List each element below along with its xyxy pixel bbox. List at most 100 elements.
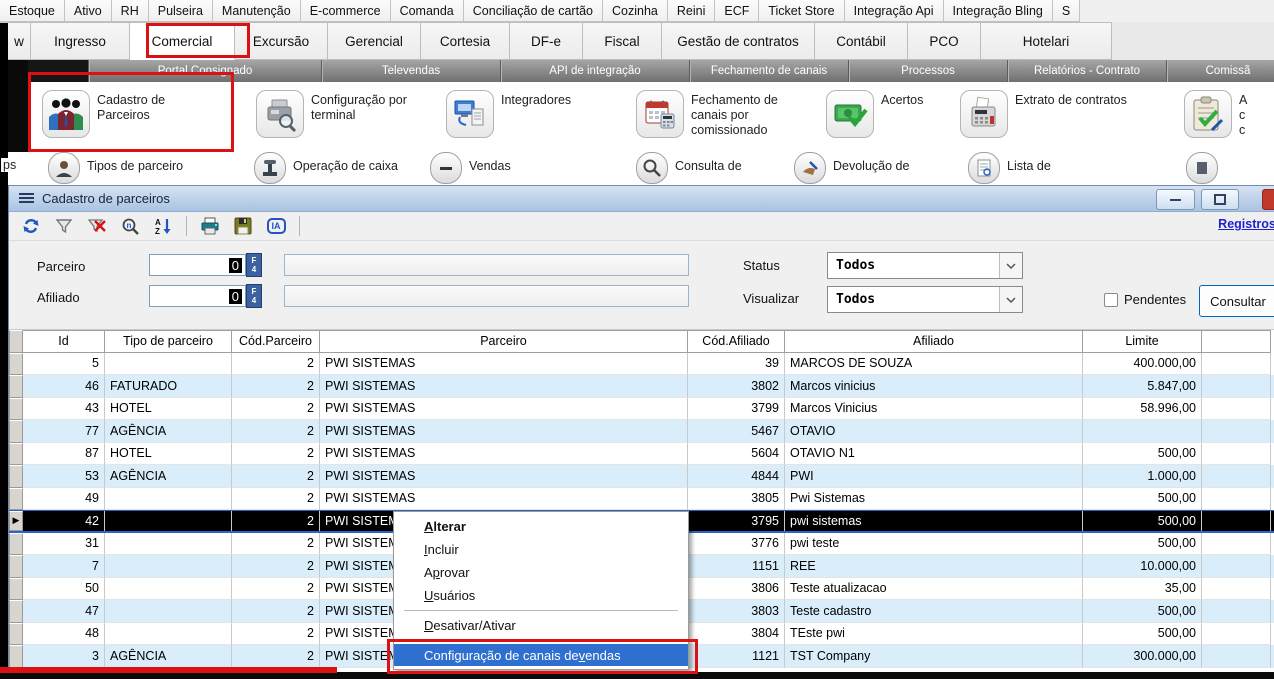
filter-icon[interactable]: [52, 215, 76, 237]
row-indicator[interactable]: [9, 600, 23, 623]
shortcut-tipos-de-parceiro[interactable]: Tipos de parceiro: [48, 152, 183, 184]
sort-az-icon[interactable]: AZ: [151, 215, 175, 237]
tab-fiscal[interactable]: Fiscal: [583, 22, 662, 60]
shortcut-a[interactable]: A c c: [1184, 90, 1274, 138]
menu-item-s[interactable]: S: [1053, 0, 1080, 22]
table-row[interactable]: 77AGÊNCIA2PWI SISTEMAS5467OTAVIO: [9, 420, 1274, 443]
menu-item-conciliacao-de-cartao[interactable]: Conciliação de cartão: [464, 0, 603, 22]
ribbon-group-api-de-integracao[interactable]: API de integração: [501, 60, 690, 82]
refresh-icon[interactable]: [19, 215, 43, 237]
tab-contabil[interactable]: Contábil: [815, 22, 908, 60]
row-indicator[interactable]: [9, 398, 23, 421]
print-icon[interactable]: [198, 215, 222, 237]
row-indicator[interactable]: [9, 623, 23, 646]
consultar-button[interactable]: Consultar: [1199, 285, 1274, 317]
row-indicator[interactable]: [9, 375, 23, 398]
table-row[interactable]: 87HOTEL2PWI SISTEMAS5604OTAVIO N1500,00: [9, 443, 1274, 466]
ribbon-group-processos[interactable]: Processos: [849, 60, 1008, 82]
column-header-parceiro[interactable]: Parceiro: [320, 330, 688, 353]
column-header-filler[interactable]: [1202, 330, 1271, 353]
visualizar-select[interactable]: Todos: [827, 286, 1023, 313]
menu-item-comanda[interactable]: Comanda: [391, 0, 464, 22]
shortcut-consulta-de[interactable]: Consulta de: [636, 152, 742, 184]
minimize-button[interactable]: [1156, 189, 1195, 210]
tab-hotelari[interactable]: Hotelari: [981, 22, 1112, 60]
restore-button[interactable]: [1201, 189, 1239, 210]
tab-cortesia[interactable]: Cortesia: [421, 22, 510, 60]
row-indicator[interactable]: [9, 420, 23, 443]
zoom-search-icon[interactable]: n: [118, 215, 142, 237]
column-header-afiliado[interactable]: Afiliado: [785, 330, 1083, 353]
table-row[interactable]: 492PWI SISTEMAS3805Pwi Sistemas500,00: [9, 488, 1274, 511]
row-indicator[interactable]: [9, 488, 23, 511]
tab-gestao-de-contratos[interactable]: Gestão de contratos: [662, 22, 815, 60]
shortcut-fechamento-de[interactable]: Fechamento de canais por comissionado: [636, 90, 816, 138]
ribbon-group-fechamento-de-canais[interactable]: Fechamento de canais: [690, 60, 849, 82]
tab-pco[interactable]: PCO: [908, 22, 981, 60]
table-row[interactable]: 43HOTEL2PWI SISTEMAS3799Marcos Vinicius5…: [9, 398, 1274, 421]
afiliado-input[interactable]: 0: [149, 285, 246, 307]
table-row[interactable]: 53AGÊNCIA2PWI SISTEMAS4844PWI1.000,00: [9, 465, 1274, 488]
column-header-tipo-de-parceiro[interactable]: Tipo de parceiro: [105, 330, 232, 353]
menu-item-cozinha[interactable]: Cozinha: [603, 0, 668, 22]
menu-item-integracao-api[interactable]: Integração Api: [845, 0, 944, 22]
context-menu-item-incluir[interactable]: Incluir: [396, 538, 686, 561]
status-select[interactable]: Todos: [827, 252, 1023, 279]
ribbon-group-comissa[interactable]: Comissã: [1167, 60, 1274, 82]
context-menu-item-alterar[interactable]: Alterar: [396, 515, 686, 538]
row-indicator[interactable]: [9, 443, 23, 466]
column-header-limite[interactable]: Limite: [1083, 330, 1202, 353]
clear-filter-icon[interactable]: [85, 215, 109, 237]
column-header-cod-afiliado[interactable]: Cód.Afiliado: [688, 330, 785, 353]
column-header-cod-parceiro[interactable]: Cód.Parceiro: [232, 330, 320, 353]
shortcut-extrato-de-contratos[interactable]: Extrato de contratos: [960, 90, 1175, 138]
tab-df-e[interactable]: DF-e: [510, 22, 583, 60]
menu-item-ativo[interactable]: Ativo: [65, 0, 112, 22]
tab-w[interactable]: w: [8, 22, 31, 60]
menu-item-e-commerce[interactable]: E-commerce: [301, 0, 391, 22]
ribbon-group-relatorios-contrato[interactable]: Relatórios - Contrato: [1008, 60, 1167, 82]
column-header-id[interactable]: Id: [23, 330, 105, 353]
parceiro-input[interactable]: 0: [149, 254, 246, 276]
menu-item-manutencao[interactable]: Manutenção: [213, 0, 301, 22]
parceiro-f4-button[interactable]: F4: [246, 253, 262, 277]
tab-ingresso[interactable]: Ingresso: [31, 22, 130, 60]
ia-icon[interactable]: IA: [264, 215, 288, 237]
shortcut-lista-de[interactable]: Lista de: [968, 152, 1051, 184]
table-row[interactable]: 52PWI SISTEMAS39MARCOS DE SOUZA400.000,0…: [9, 353, 1274, 376]
row-indicator[interactable]: [9, 645, 23, 668]
close-button[interactable]: [1262, 189, 1274, 210]
menu-item-reini[interactable]: Reini: [668, 0, 716, 22]
menu-item-estoque[interactable]: Estoque: [0, 0, 65, 22]
row-indicator[interactable]: ▶: [9, 511, 23, 531]
tab-gerencial[interactable]: Gerencial: [328, 22, 421, 60]
menu-item-ticket-store[interactable]: Ticket Store: [759, 0, 844, 22]
shortcut-integradores[interactable]: Integradores: [446, 90, 611, 138]
table-row[interactable]: 46FATURADO2PWI SISTEMAS3802Marcos vinici…: [9, 375, 1274, 398]
menu-item-pulseira[interactable]: Pulseira: [149, 0, 213, 22]
afiliado-f4-button[interactable]: F4: [246, 284, 262, 308]
save-icon[interactable]: [231, 215, 255, 237]
shortcut-acertos[interactable]: Acertos: [826, 90, 971, 138]
shortcut-clipped[interactable]: [1186, 152, 1218, 184]
menu-item-ecf[interactable]: ECF: [715, 0, 759, 22]
row-indicator[interactable]: [9, 578, 23, 601]
row-indicator[interactable]: [9, 533, 23, 556]
shortcut-vendas[interactable]: Vendas: [430, 152, 511, 184]
context-menu-item-usuarios[interactable]: Usuários: [396, 584, 686, 607]
shortcut-configuracao-por[interactable]: Configuração por terminal: [256, 90, 431, 138]
window-titlebar[interactable]: Cadastro de parceiros: [9, 186, 1274, 212]
row-indicator[interactable]: [9, 555, 23, 578]
pendentes-checkbox[interactable]: [1104, 293, 1118, 307]
context-menu-item-aprovar[interactable]: Aprovar: [396, 561, 686, 584]
row-indicator[interactable]: [9, 353, 23, 376]
context-menu-item-desativar-ativar[interactable]: Desativar/Ativar: [396, 614, 686, 637]
row-indicator[interactable]: [9, 465, 23, 488]
menu-item-integracao-bling[interactable]: Integração Bling: [944, 0, 1053, 22]
ribbon-group-televendas[interactable]: Televendas: [322, 60, 501, 82]
shortcut-operacao-de-caixa[interactable]: Operação de caixa: [254, 152, 398, 184]
menu-item-rh[interactable]: RH: [112, 0, 149, 22]
registros-link[interactable]: Registros:: [1218, 217, 1274, 231]
shortcut-devolucao-de[interactable]: Devolução de: [794, 152, 909, 184]
hamburger-icon[interactable]: [19, 193, 34, 204]
